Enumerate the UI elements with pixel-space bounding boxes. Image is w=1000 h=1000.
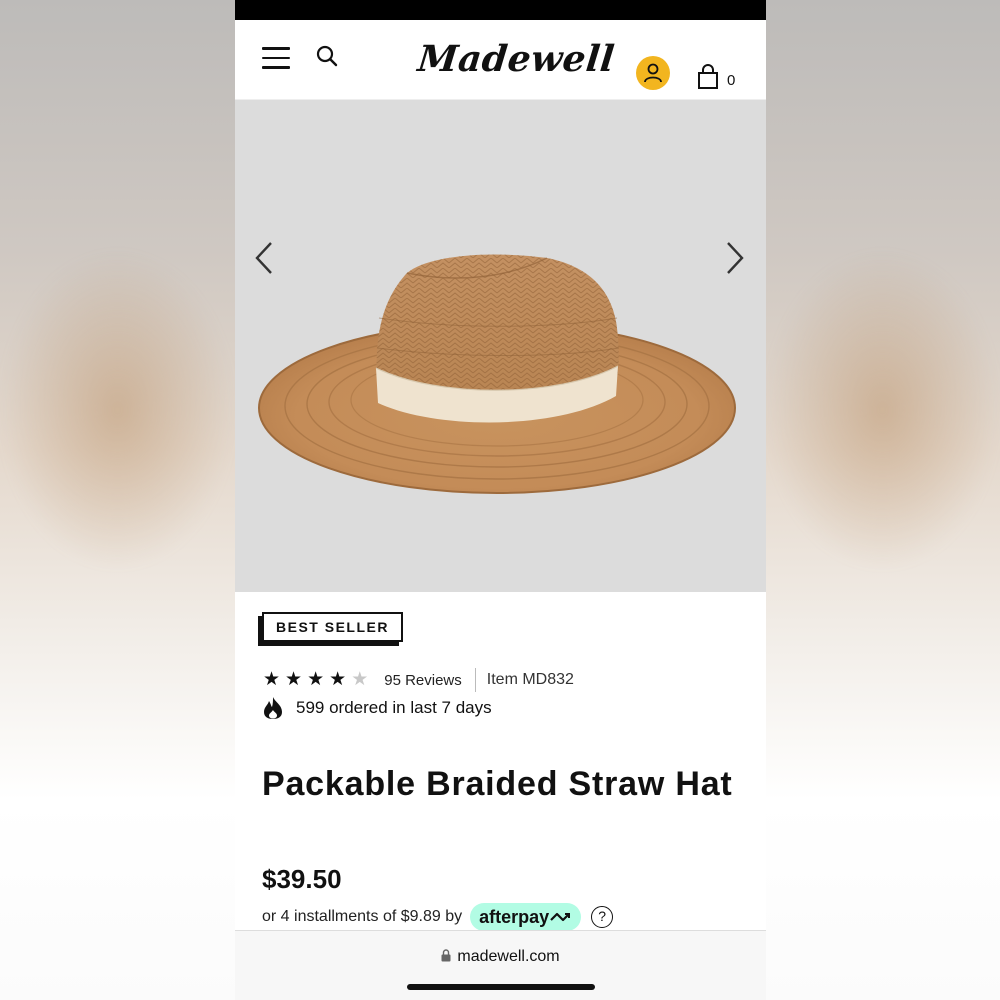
- product-image-straw-hat: [258, 254, 736, 494]
- status-bar: [235, 0, 766, 20]
- menu-icon[interactable]: [262, 47, 290, 71]
- product-title: Packable Braided Straw Hat: [262, 765, 733, 803]
- site-header: Madewell 0: [235, 20, 766, 100]
- help-icon[interactable]: ?: [591, 906, 614, 928]
- bag-count: 0: [727, 72, 736, 89]
- star-rating[interactable]: ★ ★ ★ ★ ★: [263, 668, 368, 692]
- lock-icon: [441, 949, 451, 962]
- brand-logo[interactable]: Madewell: [416, 38, 617, 80]
- account-icon[interactable]: [636, 56, 670, 90]
- star-icon: ★: [307, 669, 325, 690]
- url-text: madewell.com: [457, 948, 560, 965]
- shopping-bag-icon[interactable]: [697, 64, 719, 90]
- star-icon: ★: [329, 669, 347, 690]
- search-icon[interactable]: [315, 44, 339, 68]
- installments-text: or 4 installments of $9.89 by: [262, 908, 463, 925]
- popularity-row: 599 ordered in last 7 days: [262, 696, 492, 720]
- browser-url-bar: madewell.com: [235, 930, 766, 1000]
- flame-icon: [264, 697, 282, 719]
- afterpay-label: afterpay: [479, 906, 550, 927]
- afterpay-badge[interactable]: afterpay: [470, 903, 582, 931]
- best-seller-badge: BEST SELLER: [262, 612, 403, 642]
- url-field[interactable]: madewell.com: [235, 948, 766, 966]
- phone-screen: Madewell 0 BEST SELLER ★ ★ ★ ★ ★ 95 Revi…: [235, 0, 766, 1000]
- ordered-count: 599 ordered in last 7 days: [296, 698, 492, 717]
- star-icon: ★: [351, 669, 369, 690]
- background-blur-left: [0, 250, 235, 570]
- installments-row: or 4 installments of $9.89 by afterpay ?: [262, 903, 614, 931]
- background-blur-right: [765, 250, 1000, 570]
- home-indicator[interactable]: [407, 984, 595, 990]
- afterpay-arrows-icon: [550, 912, 571, 922]
- rating-row: ★ ★ ★ ★ ★ 95 Reviews Item MD832: [263, 668, 574, 692]
- reviews-link[interactable]: 95 Reviews: [384, 672, 462, 689]
- star-icon: ★: [263, 669, 281, 690]
- product-price: $39.50: [262, 864, 342, 894]
- product-image-gallery[interactable]: [235, 100, 766, 592]
- star-icon: ★: [285, 669, 303, 690]
- divider: [474, 668, 476, 692]
- item-number: Item MD832: [486, 671, 574, 688]
